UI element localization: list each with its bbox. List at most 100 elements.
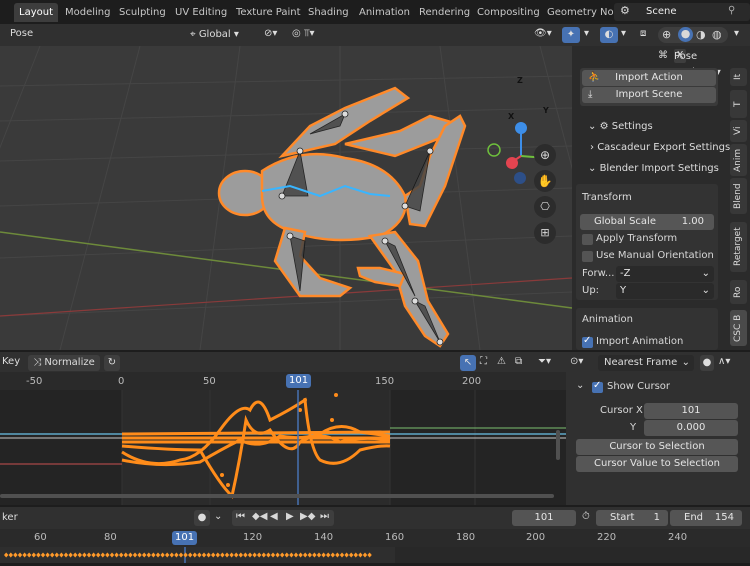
tab-layout[interactable]: Layout bbox=[14, 3, 58, 22]
cascadeur-export-header[interactable]: › Cascadeur Export Settings bbox=[590, 139, 730, 156]
sidebar-tab-cscb[interactable]: CSC B bbox=[730, 310, 747, 346]
normalize-toggle[interactable]: ⤨ Normalize bbox=[28, 355, 100, 371]
graph-area[interactable] bbox=[0, 390, 566, 505]
zoom-icon[interactable]: ⊕ bbox=[534, 144, 556, 166]
sidebar-tab-tool[interactable]: T bbox=[730, 90, 747, 118]
chevron-down-icon: ⌄ bbox=[701, 285, 710, 296]
orientation-icon: ⌖ bbox=[190, 29, 199, 40]
settings-panel-header[interactable]: ⌄ ⚙ Settings bbox=[588, 118, 728, 135]
proportional-edit-icon[interactable]: ● bbox=[700, 355, 714, 371]
timeline-ruler[interactable]: 60 80 101 120 140 160 180 200 220 240 bbox=[0, 529, 750, 547]
play-reverse-icon[interactable]: ◀ bbox=[270, 511, 278, 522]
show-hidden-icon[interactable]: ⛶ bbox=[480, 356, 487, 367]
sidebar-pin-icon[interactable]: ⌘ bbox=[658, 50, 672, 64]
key-menu[interactable]: Key bbox=[2, 356, 20, 367]
only-errors-icon[interactable]: ⚠ bbox=[497, 356, 506, 367]
xray-icon[interactable]: ⧈ bbox=[640, 28, 646, 39]
show-cursor-checkbox[interactable] bbox=[592, 380, 603, 393]
prev-keyframe-icon[interactable]: ◆◀ bbox=[252, 511, 267, 522]
chevron-down-icon: ⌄ bbox=[588, 121, 600, 132]
auto-normalize-icon[interactable]: ↻ bbox=[104, 355, 120, 371]
current-frame-field[interactable]: 101 bbox=[512, 510, 576, 526]
snap-icon[interactable]: ◎ ⫪▾ bbox=[292, 28, 315, 39]
only-selected-icon[interactable]: ↖ bbox=[460, 355, 476, 371]
import-action-button[interactable]: ⛹ Import Action bbox=[582, 70, 716, 86]
forward-dropdown[interactable]: -Z ⌄ bbox=[616, 266, 714, 282]
gizmo-toggle-icon[interactable]: ✦ bbox=[562, 27, 580, 43]
mode-label[interactable]: Pose bbox=[10, 28, 33, 39]
cursor-value-to-selection-button[interactable]: Cursor Value to Selection bbox=[576, 456, 738, 472]
wireframe-shading-icon[interactable]: ⊕ bbox=[662, 28, 671, 41]
sidebar-tab-view[interactable]: Vi bbox=[730, 120, 747, 142]
stopwatch-icon[interactable]: ⏱ bbox=[582, 511, 590, 522]
cursor-to-selection-button[interactable]: Cursor to Selection bbox=[576, 439, 738, 455]
tab-animation[interactable]: Animation bbox=[354, 3, 415, 22]
pivot-point-icon[interactable]: ⊙▾ bbox=[570, 356, 583, 367]
snap-mode-dropdown[interactable]: Nearest Frame ⌄ bbox=[598, 355, 694, 371]
cursor-x-field[interactable]: 101 bbox=[644, 403, 738, 419]
graph-current-frame[interactable]: 101 bbox=[286, 374, 312, 388]
gizmo-y-label[interactable]: Y bbox=[543, 106, 549, 115]
perspective-grid-icon[interactable]: ⊞ bbox=[534, 222, 556, 244]
tab-shading[interactable]: Shading bbox=[303, 3, 354, 22]
tab-geometry-nodes[interactable]: Geometry Noc bbox=[542, 3, 624, 22]
apply-transform-checkbox[interactable] bbox=[582, 234, 593, 245]
jump-start-icon[interactable]: ⏮ bbox=[236, 511, 245, 522]
sidebar-tab-retarget[interactable]: Retarget bbox=[730, 222, 747, 272]
graph-frame-ruler[interactable]: -50 0 50 101 150 200 bbox=[0, 372, 566, 390]
marker-menu[interactable]: ker bbox=[2, 512, 18, 523]
start-frame-field[interactable]: Start 1 bbox=[596, 510, 668, 526]
jump-end-icon[interactable]: ⏭ bbox=[320, 511, 329, 522]
tab-sculpting[interactable]: Sculpting bbox=[114, 3, 171, 22]
play-icon[interactable]: ▶ bbox=[286, 511, 294, 522]
transform-orientation-dropdown[interactable]: ⌖ Global ▾ bbox=[190, 27, 258, 43]
overlays-dropdown-icon[interactable]: ▾ bbox=[621, 28, 626, 39]
scene-selector[interactable]: ⚙ Scene ⚲ bbox=[614, 3, 750, 21]
global-scale-field[interactable]: Global Scale 1.00 bbox=[580, 214, 714, 230]
3d-viewport[interactable]: Z Y X ⊕ ✋ ⎔ ⊞ bbox=[0, 46, 572, 350]
record-icon[interactable]: ● bbox=[194, 510, 210, 526]
import-scene-button[interactable]: ⤓ Import Scene bbox=[582, 87, 716, 103]
end-frame-field[interactable]: End 154 bbox=[670, 510, 742, 526]
camera-icon[interactable]: ⎔ bbox=[534, 196, 556, 218]
pin-icon[interactable]: ⚲ bbox=[728, 5, 735, 16]
material-shading-icon[interactable]: ◑ bbox=[696, 28, 706, 41]
tab-modeling[interactable]: Modeling bbox=[60, 3, 116, 22]
manual-orientation-checkbox[interactable] bbox=[582, 251, 593, 262]
sidebar-tab-blend[interactable]: Blend bbox=[730, 178, 747, 214]
filter-funnel-icon[interactable]: ⏷▾ bbox=[538, 356, 551, 367]
chevron-down-icon: ⌄ bbox=[588, 163, 600, 174]
pivot-icon[interactable]: ⊘▾ bbox=[264, 28, 277, 39]
tab-compositing[interactable]: Compositing bbox=[472, 3, 545, 22]
sidebar-tab-anim[interactable]: Anim bbox=[730, 144, 747, 176]
tab-texture-paint[interactable]: Texture Paint bbox=[231, 3, 306, 22]
viewport-canvas bbox=[0, 46, 572, 350]
import-animation-checkbox[interactable] bbox=[582, 335, 593, 348]
show-cursor-header[interactable]: ⌄ Show Cursor bbox=[572, 376, 746, 398]
gizmo-z-label[interactable]: Z bbox=[517, 76, 523, 85]
sidebar-tab-ro[interactable]: Ro bbox=[730, 280, 747, 304]
gizmo-dropdown-icon[interactable]: ▾ bbox=[584, 28, 589, 39]
falloff-icon[interactable]: ∧▾ bbox=[718, 356, 730, 367]
blender-import-header[interactable]: ⌄ Blender Import Settings bbox=[588, 160, 728, 177]
sidebar-tab-item[interactable]: It bbox=[730, 68, 747, 86]
rendered-shading-icon[interactable]: ◍ bbox=[712, 28, 722, 41]
animation-header: Animation bbox=[582, 314, 633, 325]
keying-dropdown-icon[interactable]: ⌄ bbox=[214, 511, 222, 522]
tab-rendering[interactable]: Rendering bbox=[414, 3, 475, 22]
pan-hand-icon[interactable]: ✋ bbox=[534, 170, 556, 192]
overlays-icon[interactable]: ◐ bbox=[600, 27, 618, 43]
filter-icon[interactable]: ⧉ bbox=[515, 356, 522, 367]
gizmo-x-label[interactable]: X bbox=[508, 112, 514, 121]
next-keyframe-icon[interactable]: ▶◆ bbox=[300, 511, 315, 522]
timeline-area[interactable] bbox=[0, 547, 750, 563]
tab-uv-editing[interactable]: UV Editing bbox=[170, 3, 232, 22]
cursor-y-field[interactable]: 0.000 bbox=[644, 420, 738, 436]
up-dropdown[interactable]: Y ⌄ bbox=[616, 283, 714, 299]
timeline-current-frame[interactable]: 101 bbox=[172, 531, 198, 545]
character-mesh bbox=[217, 86, 467, 348]
pose-options-button[interactable]: Pose Options ▾ bbox=[674, 49, 736, 78]
shading-dropdown-icon[interactable]: ▾ bbox=[734, 28, 739, 39]
visibility-icon[interactable]: 👁▾ bbox=[534, 28, 552, 39]
solid-shading-icon[interactable]: ● bbox=[678, 27, 693, 42]
